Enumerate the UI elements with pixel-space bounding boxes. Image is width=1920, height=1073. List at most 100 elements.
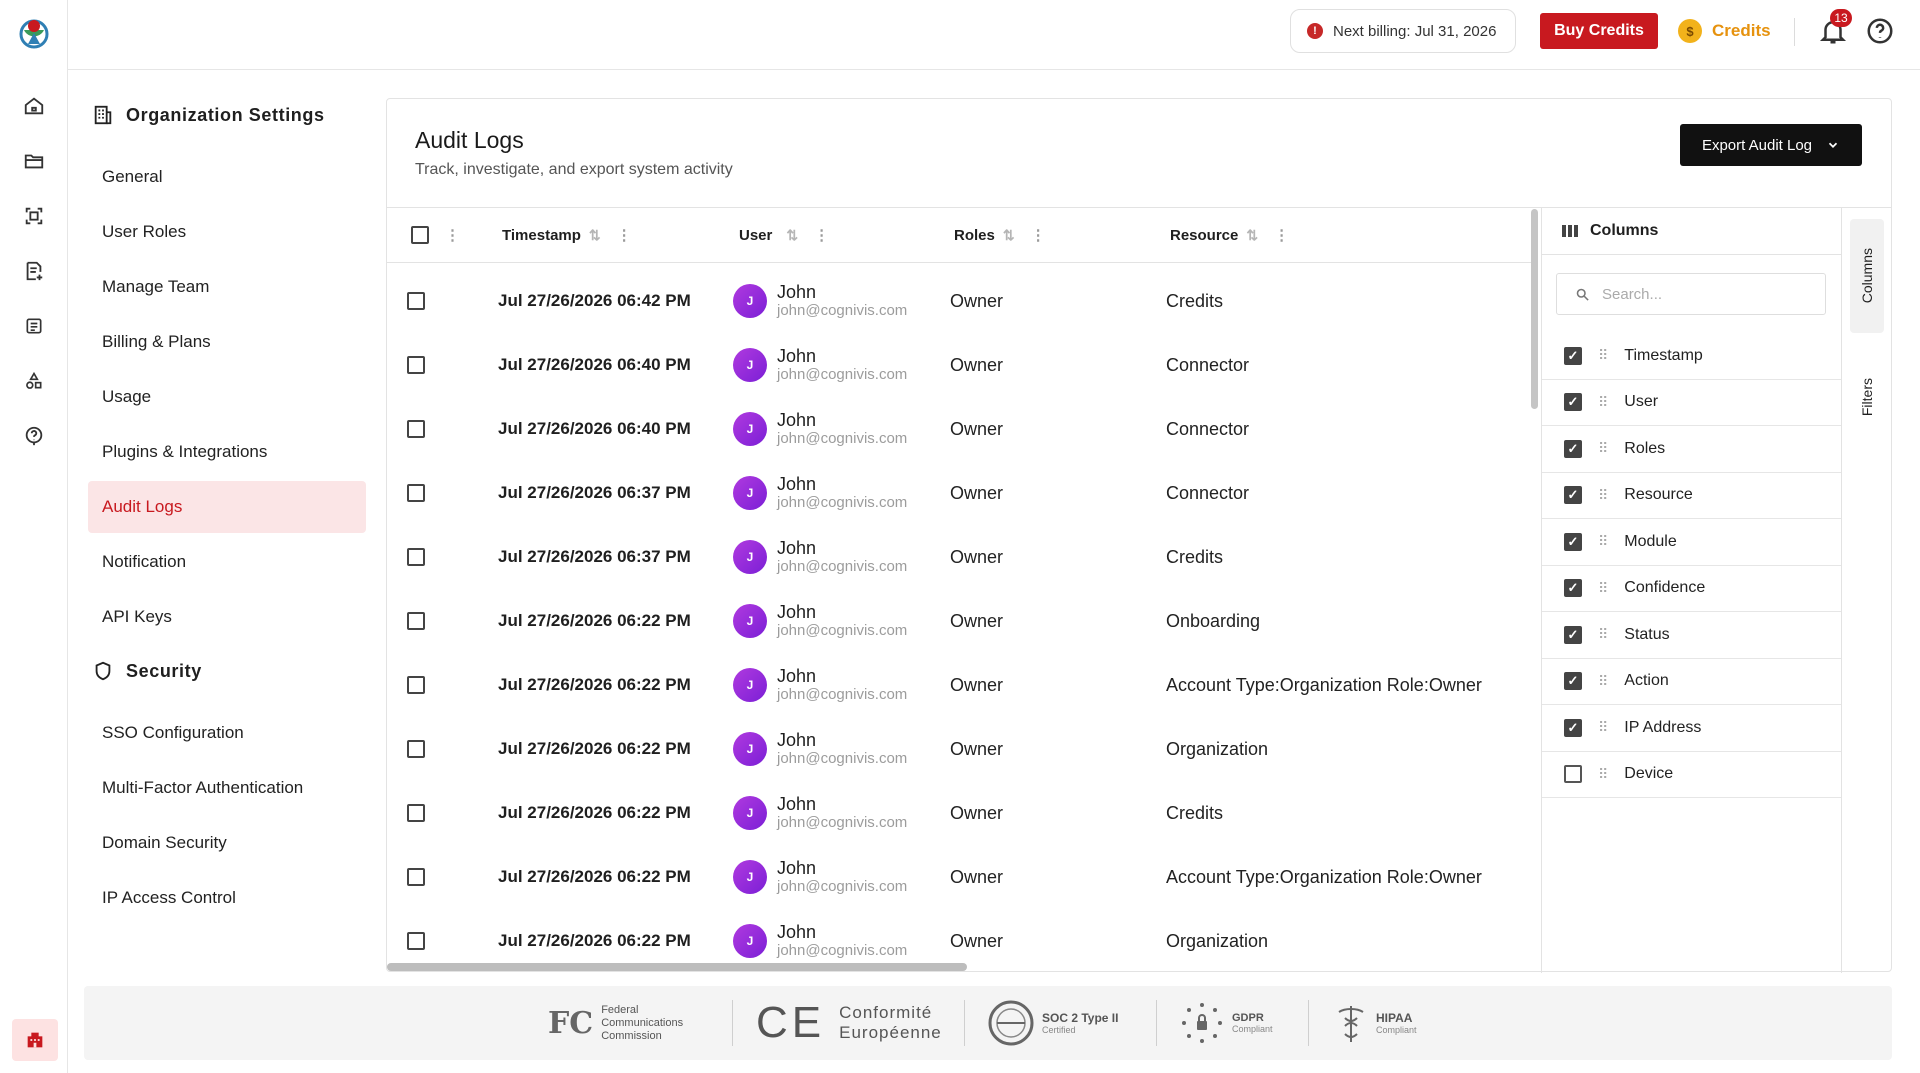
row-checkbox[interactable] [407,356,425,374]
checkbox-checked-icon[interactable]: ✓ [1564,393,1582,412]
nav-item-audit-logs[interactable]: Audit Logs [88,481,366,533]
document-add-icon[interactable] [20,257,48,285]
row-checkbox[interactable] [407,484,425,502]
credits-link[interactable]: $ Credits [1678,17,1771,45]
row-checkbox[interactable] [407,612,425,630]
checkbox-checked-icon[interactable]: ✓ [1564,532,1582,551]
row-checkbox[interactable] [407,548,425,566]
home-icon[interactable] [20,92,48,120]
row-checkbox[interactable] [407,740,425,758]
checkbox-checked-icon[interactable]: ✓ [1564,672,1582,691]
table-row[interactable]: Jul 27/26/2026 06:22 PM J John john@cogni… [387,589,1535,653]
nav-item-ip-access-control[interactable]: IP Access Control [88,872,366,924]
row-checkbox[interactable] [407,420,425,438]
column-item-device[interactable]: ⠿ Device [1542,752,1842,798]
select-all-checkbox[interactable] [411,226,429,244]
sort-icon[interactable]: ⇅ [786,227,798,244]
user-email: john@cognivis.com [777,686,908,703]
drag-handle-icon[interactable]: ⠿ [1598,673,1608,690]
nav-item-domain-security[interactable]: Domain Security [88,817,366,869]
timestamp-cell: Jul 27/26/2026 06:22 PM [498,739,691,758]
column-item-timestamp[interactable]: ✓ ⠿ Timestamp [1542,333,1842,380]
help-circle-icon[interactable] [1865,16,1895,46]
nav-item-api-keys[interactable]: API Keys [88,591,366,643]
row-checkbox[interactable] [407,676,425,694]
column-item-ip-address[interactable]: ✓ ⠿ IP Address [1542,705,1842,752]
header-user[interactable]: User ⇅ ⋮ [739,207,829,263]
column-item-user[interactable]: ✓ ⠿ User [1542,380,1842,426]
avatar: J [733,476,767,510]
table-row[interactable]: Jul 27/26/2026 06:22 PM J John john@cogni… [387,781,1535,845]
vertical-scrollbar[interactable] [1531,209,1538,409]
header-roles[interactable]: Roles ⇅ ⋮ [954,207,1046,263]
nav-item-general[interactable]: General [88,151,366,203]
sort-icon[interactable]: ⇅ [1003,227,1015,244]
nav-item-sso-configuration[interactable]: SSO Configuration [88,707,366,759]
checkbox-checked-icon[interactable]: ✓ [1564,718,1582,737]
table-row[interactable]: Jul 27/26/2026 06:40 PM J John john@cogni… [387,333,1535,397]
info-icon: ! [1307,23,1323,39]
table-icon[interactable] [20,312,48,340]
row-checkbox[interactable] [407,932,425,950]
kebab-icon[interactable]: ⋮ [617,226,632,244]
column-item-status[interactable]: ✓ ⠿ Status [1542,612,1842,659]
sort-icon[interactable]: ⇅ [1246,227,1258,244]
horizontal-scrollbar[interactable] [387,963,967,971]
kebab-icon[interactable]: ⋮ [814,226,829,244]
organization-icon[interactable] [12,1019,58,1061]
column-item-roles[interactable]: ✓ ⠿ Roles [1542,426,1842,473]
drag-handle-icon[interactable]: ⠿ [1598,394,1608,411]
kebab-icon[interactable]: ⋮ [1031,226,1046,244]
nav-item-notification[interactable]: Notification [88,536,366,588]
nav-item-mfa[interactable]: Multi-Factor Authentication [88,762,366,814]
column-item-resource[interactable]: ✓ ⠿ Resource [1542,473,1842,519]
table-row[interactable]: Jul 27/26/2026 06:22 PM J John john@cogni… [387,717,1535,781]
drag-handle-icon[interactable]: ⠿ [1598,347,1608,364]
nav-item-billing-plans[interactable]: Billing & Plans [88,316,366,368]
checkbox-unchecked-icon[interactable] [1564,765,1582,784]
table-row[interactable]: Jul 27/26/2026 06:37 PM J John john@cogni… [387,525,1535,589]
export-audit-log-button[interactable]: Export Audit Log [1680,124,1862,166]
nav-item-manage-team[interactable]: Manage Team [88,261,366,313]
header-resource[interactable]: Resource ⇅ ⋮ [1170,207,1289,263]
checkbox-checked-icon[interactable]: ✓ [1564,625,1582,644]
column-item-confidence[interactable]: ✓ ⠿ Confidence [1542,566,1842,612]
drag-handle-icon[interactable]: ⠿ [1598,580,1608,597]
drag-handle-icon[interactable]: ⠿ [1598,719,1608,736]
nav-item-user-roles[interactable]: User Roles [88,206,366,258]
kebab-icon[interactable]: ⋮ [445,226,460,244]
checkbox-checked-icon[interactable]: ✓ [1564,346,1582,365]
drag-handle-icon[interactable]: ⠿ [1598,440,1608,457]
tab-filters[interactable]: Filters [1850,347,1884,447]
nav-item-usage[interactable]: Usage [88,371,366,423]
table-row[interactable]: Jul 27/26/2026 06:42 PM J John john@cogni… [387,269,1535,333]
column-search-input[interactable]: Search... [1556,273,1826,315]
checkbox-checked-icon[interactable]: ✓ [1564,579,1582,598]
drag-handle-icon[interactable]: ⠿ [1598,766,1608,783]
header-timestamp[interactable]: Timestamp ⇅ ⋮ [502,207,632,263]
column-item-module[interactable]: ✓ ⠿ Module [1542,519,1842,566]
table-row[interactable]: Jul 27/26/2026 06:22 PM J John john@cogni… [387,653,1535,717]
checkbox-checked-icon[interactable]: ✓ [1564,439,1582,458]
table-row[interactable]: Jul 27/26/2026 06:22 PM J John john@cogni… [387,845,1535,909]
row-checkbox[interactable] [407,292,425,310]
app-logo[interactable] [16,14,52,50]
help-icon[interactable] [20,422,48,450]
scan-icon[interactable] [20,202,48,230]
drag-handle-icon[interactable]: ⠿ [1598,487,1608,504]
folder-icon[interactable] [20,147,48,175]
checkbox-checked-icon[interactable]: ✓ [1564,486,1582,505]
sort-icon[interactable]: ⇅ [589,227,601,244]
buy-credits-button[interactable]: Buy Credits [1540,13,1658,49]
shapes-icon[interactable] [20,367,48,395]
drag-handle-icon[interactable]: ⠿ [1598,626,1608,643]
kebab-icon[interactable]: ⋮ [1274,226,1289,244]
nav-item-plugins-integrations[interactable]: Plugins & Integrations [88,426,366,478]
column-item-action[interactable]: ✓ ⠿ Action [1542,659,1842,705]
row-checkbox[interactable] [407,804,425,822]
table-row[interactable]: Jul 27/26/2026 06:37 PM J John john@cogni… [387,461,1535,525]
row-checkbox[interactable] [407,868,425,886]
table-row[interactable]: Jul 27/26/2026 06:40 PM J John john@cogni… [387,397,1535,461]
drag-handle-icon[interactable]: ⠿ [1598,533,1608,550]
tab-columns[interactable]: Columns [1850,219,1884,333]
